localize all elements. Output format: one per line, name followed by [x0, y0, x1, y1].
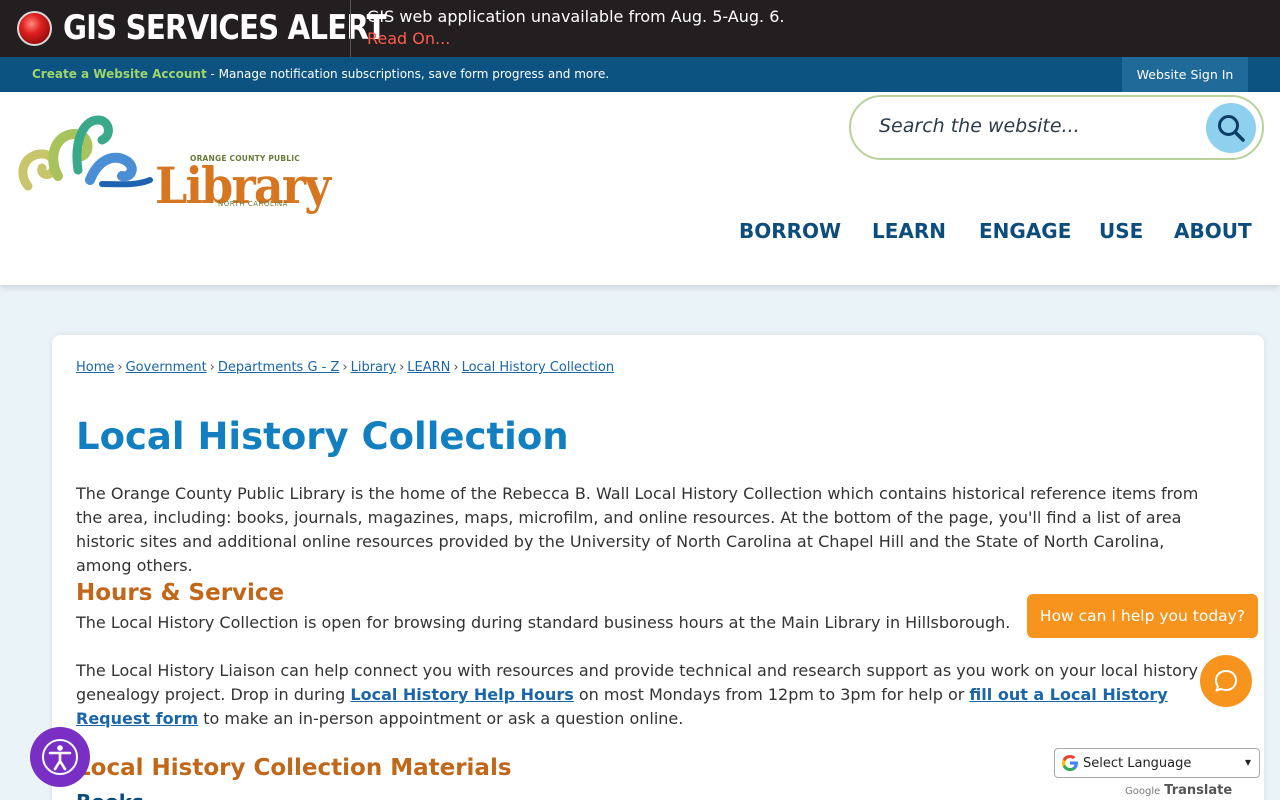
nav-engage[interactable]: ENGAGE — [979, 219, 1071, 243]
chat-button[interactable] — [1200, 655, 1252, 707]
alert-divider — [350, 0, 351, 57]
alert-message: GIS web application unavailable from Aug… — [367, 7, 785, 26]
nav-use[interactable]: USE — [1099, 219, 1143, 243]
breadcrumb-separator: › — [209, 360, 215, 375]
hours-paragraph: The Local History Collection is open for… — [76, 613, 1011, 632]
nav-borrow[interactable]: BORROW — [739, 219, 841, 243]
alert-bar: GIS SERVICES ALERT GIS web application u… — [0, 0, 1280, 57]
account-bar: Create a Website Account - Manage notifi… — [0, 57, 1280, 92]
alert-title: GIS SERVICES ALERT — [63, 8, 387, 48]
breadcrumb-local-history[interactable]: Local History Collection — [462, 360, 615, 375]
language-select-label: Select Language — [1083, 756, 1192, 771]
search-icon — [1218, 115, 1245, 142]
google-wordmark: Google — [1125, 786, 1161, 797]
books-heading: Books — [76, 790, 144, 800]
library-logo[interactable]: ORANGE COUNTY PUBLIC Library NORTH CAROL… — [18, 114, 331, 215]
liaison-text-3: to make an in-person appointment or ask … — [198, 709, 684, 728]
nav-about[interactable]: ABOUT — [1174, 219, 1252, 243]
alert-read-on-link[interactable]: Read On... — [367, 29, 450, 48]
google-translate-credit: Google Translate — [1125, 783, 1232, 798]
breadcrumb-departments[interactable]: Departments G - Z — [218, 360, 340, 375]
alert-light-icon — [17, 11, 52, 46]
chat-icon — [1215, 670, 1237, 692]
breadcrumb-separator: › — [399, 360, 405, 375]
accessibility-icon — [42, 739, 78, 775]
language-select[interactable]: Select Language ▾ — [1054, 748, 1260, 778]
site-header: ORANGE COUNTY PUBLIC Library NORTH CAROL… — [0, 92, 1280, 285]
nav-learn[interactable]: LEARN — [872, 219, 946, 243]
page-title: Local History Collection — [76, 415, 569, 458]
liaison-text-2: on most Mondays from 12pm to 3pm for hel… — [573, 685, 970, 704]
search-box — [849, 95, 1264, 160]
logo-swirl-icon — [18, 115, 153, 191]
website-sign-in-button[interactable]: Website Sign In — [1122, 57, 1248, 92]
breadcrumb-separator: › — [453, 360, 459, 375]
account-text: Create a Website Account - Manage notifi… — [32, 67, 609, 81]
breadcrumb: Home › Government › Departments G - Z › Librar… — [76, 360, 614, 375]
liaison-paragraph: The Local History Liaison can help conne… — [76, 659, 1226, 731]
search-button[interactable] — [1206, 103, 1256, 153]
main-content: Home › Government › Departments G - Z › Librar… — [52, 335, 1264, 800]
accessibility-button[interactable] — [30, 727, 90, 787]
help-hours-link[interactable]: Local History Help Hours — [350, 685, 573, 704]
breadcrumb-government[interactable]: Government — [126, 360, 207, 375]
chevron-down-icon: ▾ — [1245, 755, 1252, 769]
account-description: - Manage notification subscriptions, sav… — [206, 67, 610, 81]
translate-word: Translate — [1164, 783, 1233, 798]
search-input[interactable] — [879, 115, 1179, 137]
logo-bottom-line: NORTH CAROLINA — [218, 200, 288, 208]
create-account-link[interactable]: Create a Website Account — [32, 67, 207, 81]
breadcrumb-home[interactable]: Home — [76, 360, 114, 375]
hours-heading: Hours & Service — [76, 580, 285, 606]
materials-heading: Local History Collection Materials — [76, 755, 512, 781]
breadcrumb-separator: › — [342, 360, 348, 375]
intro-paragraph: The Orange County Public Library is the … — [76, 484, 1199, 575]
breadcrumb-learn[interactable]: LEARN — [407, 360, 450, 375]
breadcrumb-separator: › — [117, 360, 123, 375]
breadcrumb-library[interactable]: Library — [351, 360, 396, 375]
google-g-icon — [1062, 755, 1078, 771]
chat-prompt-bubble[interactable]: How can I help you today? — [1027, 594, 1258, 638]
